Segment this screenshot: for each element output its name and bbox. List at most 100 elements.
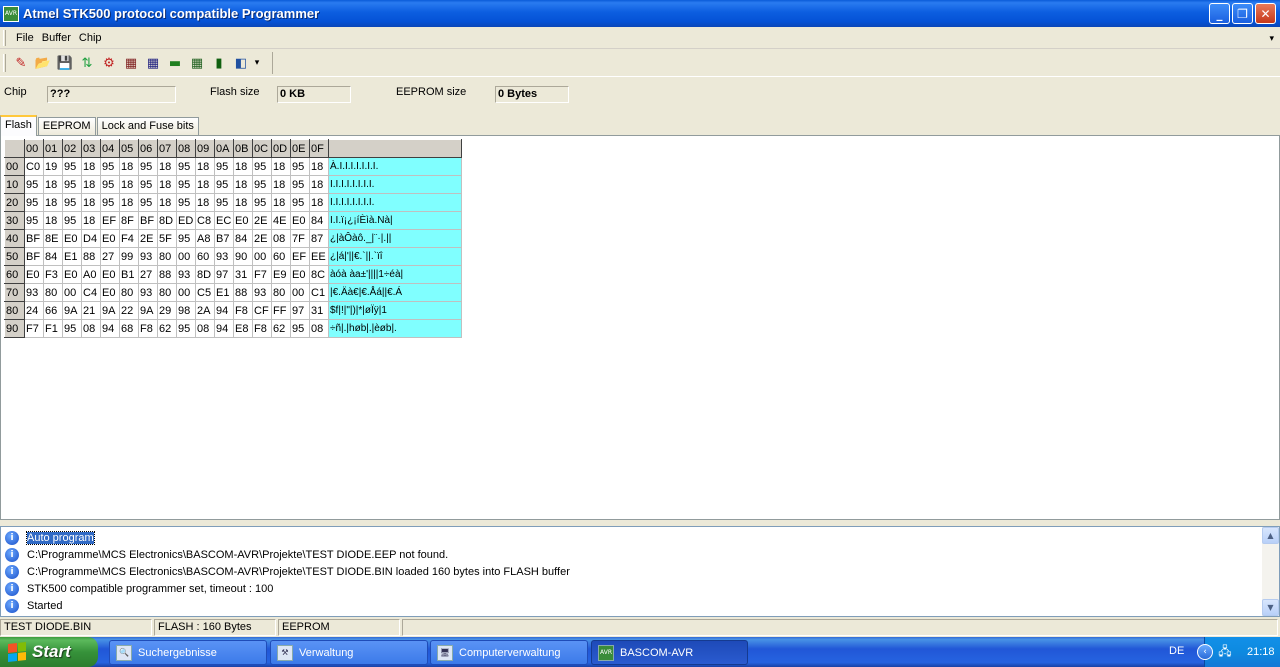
byte-cell[interactable]: 97 bbox=[214, 265, 234, 284]
byte-cell[interactable]: 97 bbox=[290, 301, 310, 320]
byte-cell[interactable]: 95 bbox=[176, 175, 196, 194]
byte-cell[interactable]: 9A bbox=[138, 301, 158, 320]
auto-program-icon[interactable]: ◧ bbox=[230, 52, 252, 74]
byte-cell[interactable]: 95 bbox=[214, 175, 234, 194]
lock-icon[interactable]: ▮ bbox=[208, 52, 230, 74]
byte-cell[interactable]: F4 bbox=[119, 229, 139, 248]
byte-cell[interactable]: 18 bbox=[271, 157, 291, 176]
ascii-cell[interactable]: ÷ñ|.|høb|.|èøb|. bbox=[328, 319, 462, 338]
byte-cell[interactable]: 29 bbox=[157, 301, 177, 320]
byte-cell[interactable]: 80 bbox=[157, 283, 177, 302]
byte-cell[interactable]: 93 bbox=[138, 283, 158, 302]
byte-cell[interactable]: 80 bbox=[119, 283, 139, 302]
byte-cell[interactable]: 8D bbox=[195, 265, 215, 284]
byte-cell[interactable]: 68 bbox=[119, 319, 139, 338]
scroll-down-icon[interactable]: ▼ bbox=[1262, 599, 1279, 616]
ascii-cell[interactable]: àóà àa±'||||1÷éà| bbox=[328, 265, 462, 284]
byte-cell[interactable]: 4E bbox=[271, 211, 291, 230]
byte-cell[interactable]: 18 bbox=[81, 211, 101, 230]
ascii-cell[interactable]: $f|!|"|)|*|øÏÿ|1 bbox=[328, 301, 462, 320]
byte-cell[interactable]: F1 bbox=[43, 319, 63, 338]
tab-flash[interactable]: Flash bbox=[0, 115, 37, 136]
byte-cell[interactable]: 18 bbox=[119, 193, 139, 212]
byte-cell[interactable]: 84 bbox=[309, 211, 329, 230]
byte-cell[interactable]: 9A bbox=[100, 301, 120, 320]
ascii-cell[interactable]: I.I.I.I.I.I.I.I. bbox=[328, 193, 462, 212]
erase-icon[interactable]: ✎ bbox=[10, 52, 32, 74]
byte-cell[interactable]: 95 bbox=[214, 193, 234, 212]
scroll-up-icon[interactable]: ▲ bbox=[1262, 527, 1279, 544]
byte-cell[interactable]: 88 bbox=[233, 283, 253, 302]
byte-cell[interactable]: 18 bbox=[81, 193, 101, 212]
app-icon[interactable]: AVR bbox=[3, 5, 19, 22]
byte-cell[interactable]: F7 bbox=[252, 265, 272, 284]
byte-cell[interactable]: 95 bbox=[24, 211, 44, 230]
byte-cell[interactable]: 84 bbox=[43, 247, 63, 266]
toolbar-grip[interactable] bbox=[3, 54, 6, 72]
open-icon[interactable]: 📂 bbox=[32, 52, 54, 74]
byte-cell[interactable]: 93 bbox=[252, 283, 272, 302]
ascii-cell[interactable]: I.I.ï¡¿¡íÈìà.Nà| bbox=[328, 211, 462, 230]
byte-cell[interactable]: 22 bbox=[119, 301, 139, 320]
byte-cell[interactable]: 80 bbox=[43, 283, 63, 302]
byte-cell[interactable]: 93 bbox=[176, 265, 196, 284]
byte-cell[interactable]: 8F bbox=[119, 211, 139, 230]
taskbar-button-bascom-avr[interactable]: AVR BASCOM-AVR bbox=[591, 640, 748, 665]
tray-expand-icon[interactable]: ‹ bbox=[1197, 644, 1213, 660]
byte-cell[interactable]: C1 bbox=[309, 283, 329, 302]
byte-cell[interactable]: 18 bbox=[81, 157, 101, 176]
byte-cell[interactable]: F3 bbox=[43, 265, 63, 284]
byte-cell[interactable]: E0 bbox=[24, 265, 44, 284]
read-icon[interactable]: ▦ bbox=[120, 52, 142, 74]
program-icon[interactable]: ⚙ bbox=[98, 52, 120, 74]
byte-cell[interactable]: C0 bbox=[24, 157, 44, 176]
byte-cell[interactable]: 95 bbox=[176, 157, 196, 176]
byte-cell[interactable]: E1 bbox=[214, 283, 234, 302]
byte-cell[interactable]: 60 bbox=[271, 247, 291, 266]
byte-cell[interactable]: 00 bbox=[176, 283, 196, 302]
byte-cell[interactable]: EC bbox=[214, 211, 234, 230]
byte-cell[interactable]: 93 bbox=[214, 247, 234, 266]
byte-cell[interactable]: A0 bbox=[81, 265, 101, 284]
byte-cell[interactable]: 95 bbox=[62, 319, 82, 338]
ascii-cell[interactable]: I.I.I.I.I.I.I.I. bbox=[328, 175, 462, 194]
byte-cell[interactable]: FF bbox=[271, 301, 291, 320]
byte-cell[interactable]: F8 bbox=[233, 301, 253, 320]
byte-cell[interactable]: 95 bbox=[290, 193, 310, 212]
byte-cell[interactable]: 94 bbox=[100, 319, 120, 338]
byte-cell[interactable]: 00 bbox=[252, 247, 272, 266]
byte-cell[interactable]: 21 bbox=[81, 301, 101, 320]
byte-cell[interactable]: 95 bbox=[290, 319, 310, 338]
byte-cell[interactable]: 18 bbox=[309, 175, 329, 194]
verify-icon[interactable]: ⇅ bbox=[76, 52, 98, 74]
byte-cell[interactable]: 95 bbox=[100, 157, 120, 176]
byte-cell[interactable]: BF bbox=[138, 211, 158, 230]
byte-cell[interactable]: 95 bbox=[62, 175, 82, 194]
byte-cell[interactable]: 18 bbox=[233, 193, 253, 212]
chip-icon[interactable]: ▬ bbox=[164, 52, 186, 74]
menu-overflow-chevron-icon[interactable]: ▾ bbox=[1269, 33, 1274, 44]
menu-grip[interactable] bbox=[3, 29, 6, 46]
byte-cell[interactable]: 8E bbox=[43, 229, 63, 248]
byte-cell[interactable]: 7F bbox=[290, 229, 310, 248]
byte-cell[interactable]: 66 bbox=[43, 301, 63, 320]
log-entry[interactable]: i STK500 compatible programmer set, time… bbox=[5, 580, 273, 597]
byte-cell[interactable]: 95 bbox=[24, 175, 44, 194]
byte-cell[interactable]: E0 bbox=[62, 265, 82, 284]
byte-cell[interactable]: 95 bbox=[176, 229, 196, 248]
byte-cell[interactable]: 95 bbox=[24, 193, 44, 212]
byte-cell[interactable]: 08 bbox=[195, 319, 215, 338]
byte-cell[interactable]: E9 bbox=[271, 265, 291, 284]
byte-cell[interactable]: E0 bbox=[100, 283, 120, 302]
byte-cell[interactable]: 93 bbox=[24, 283, 44, 302]
byte-cell[interactable]: 80 bbox=[157, 247, 177, 266]
log-entry[interactable]: i Started bbox=[5, 597, 62, 614]
byte-cell[interactable]: E0 bbox=[100, 229, 120, 248]
menu-chip[interactable]: Chip bbox=[75, 32, 106, 44]
ascii-cell[interactable]: ¿|á|'||€.`||.`ïî bbox=[328, 247, 462, 266]
byte-cell[interactable]: E0 bbox=[100, 265, 120, 284]
byte-cell[interactable]: D4 bbox=[81, 229, 101, 248]
byte-cell[interactable]: 95 bbox=[252, 193, 272, 212]
byte-cell[interactable]: 98 bbox=[176, 301, 196, 320]
byte-cell[interactable]: 9A bbox=[62, 301, 82, 320]
